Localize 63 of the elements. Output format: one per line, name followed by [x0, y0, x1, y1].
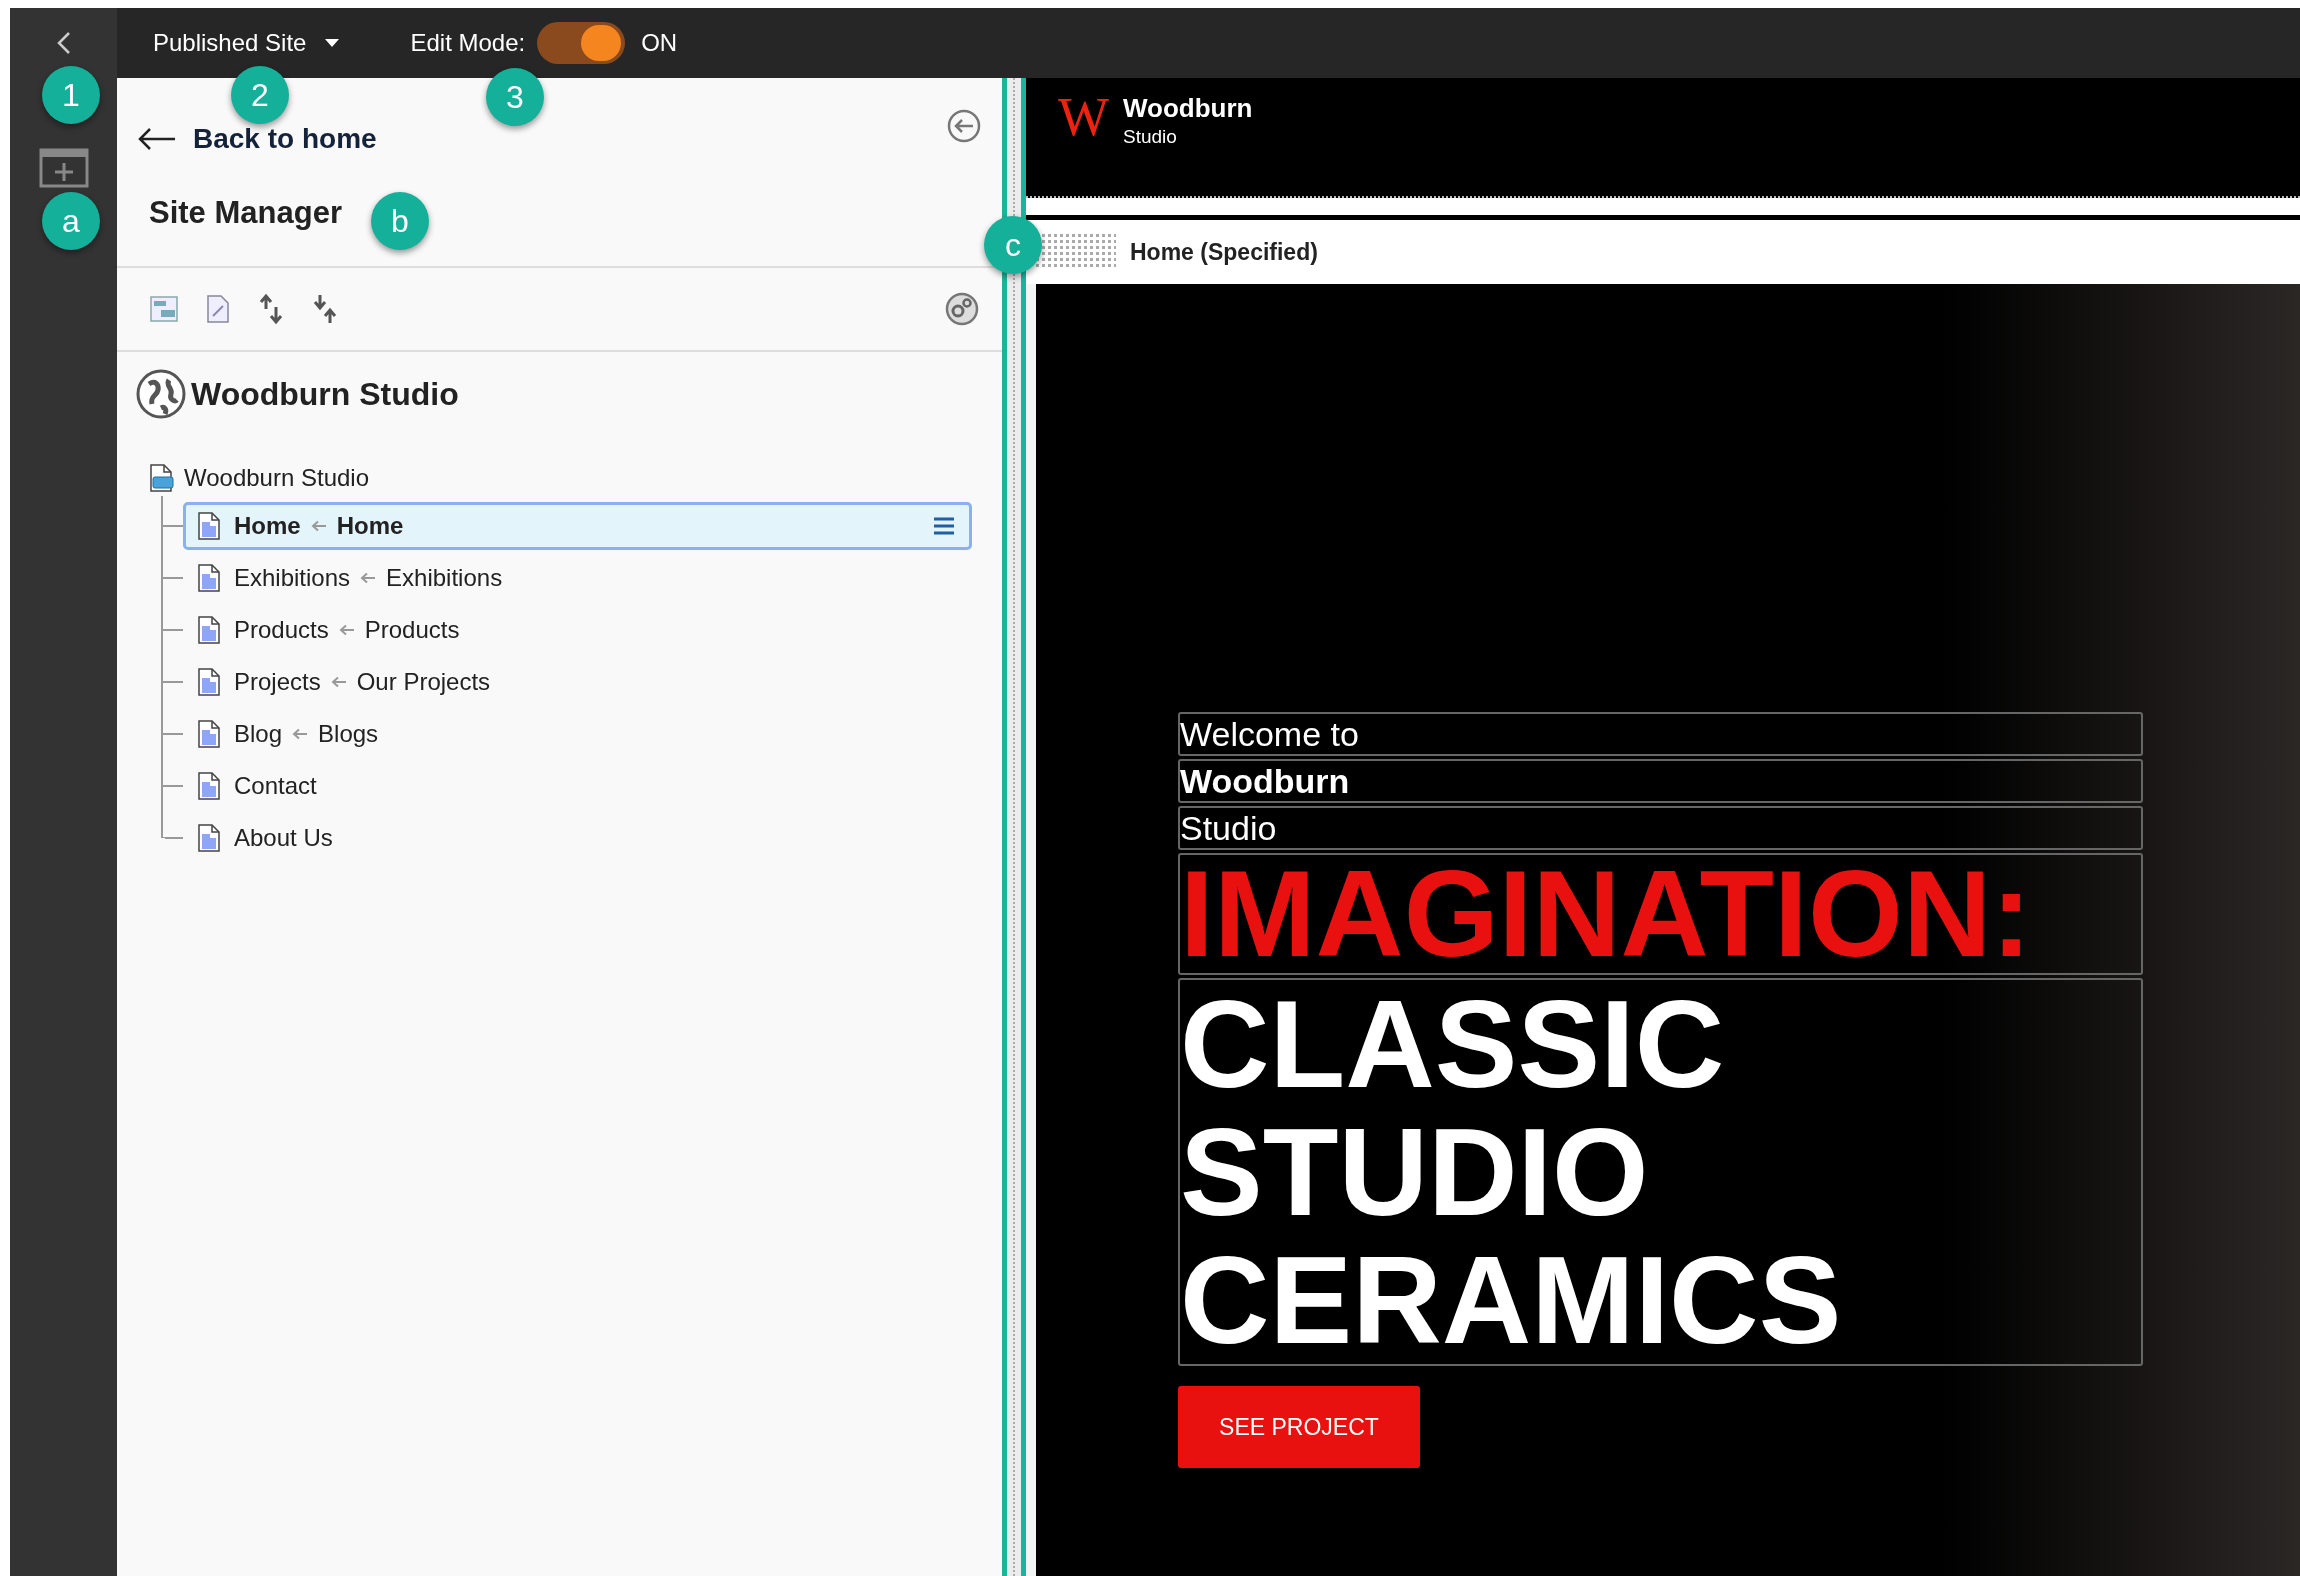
- arrow-left-icon: [338, 624, 355, 636]
- tree-row[interactable]: About Us: [183, 814, 972, 862]
- page-title: Blogs: [318, 719, 379, 749]
- logo-mark: W: [1058, 90, 1109, 144]
- drag-grip-icon[interactable]: [1036, 234, 1116, 270]
- logo-tagline: Studio: [1122, 124, 1178, 149]
- collapse-icon[interactable]: [946, 108, 982, 144]
- page-name: Home: [234, 511, 301, 541]
- tree-row[interactable]: Contact: [183, 762, 972, 810]
- add-panel-icon[interactable]: [38, 148, 89, 188]
- arrow-left-icon: [310, 520, 327, 532]
- page-icon: [196, 823, 222, 853]
- arrow-left-icon: [292, 728, 309, 740]
- menu-icon[interactable]: [933, 516, 955, 536]
- arrow-left-icon: [137, 127, 177, 151]
- tree-row[interactable]: Products Products: [183, 606, 972, 654]
- site-folder-icon: [148, 463, 174, 493]
- splitter-handle[interactable]: [1002, 78, 1026, 1576]
- hero-intro-text: Woodburn: [1178, 759, 2143, 803]
- page-name: Projects: [234, 667, 321, 697]
- tree-row-selected[interactable]: Home Home: [183, 502, 972, 550]
- page-icon: [196, 511, 222, 541]
- new-page-icon[interactable]: [205, 294, 231, 324]
- tree-row[interactable]: Projects Our Projects: [183, 658, 972, 706]
- expand-arrows-icon[interactable]: [257, 293, 285, 325]
- page-name: Exhibitions: [234, 563, 351, 593]
- page-label: Home (Specified): [1130, 237, 1318, 267]
- page-icon: [196, 771, 222, 801]
- page-name: Blog: [234, 719, 283, 749]
- tree-row[interactable]: Blog Blogs: [183, 710, 972, 758]
- page-icon: [196, 615, 222, 645]
- tree-root-label[interactable]: Woodburn Studio: [184, 460, 369, 496]
- globe-icon: [135, 368, 187, 420]
- see-project-button[interactable]: SEE PROJECT: [1178, 1386, 1420, 1468]
- arrow-left-icon: [330, 676, 347, 688]
- arrow-left-icon: [360, 572, 377, 584]
- hero-intro-text: Studio: [1178, 806, 2143, 850]
- settings-icon[interactable]: [944, 291, 980, 327]
- caret-down-icon: [324, 38, 341, 48]
- hero-heading: CLASSIC STUDIO CERAMICS: [1178, 978, 2143, 1366]
- page-title: Products: [364, 615, 460, 645]
- edit-mode-toggle[interactable]: [537, 22, 626, 64]
- hero-intro-text: Welcome to: [1178, 712, 2143, 756]
- page-icon: [196, 719, 222, 749]
- page-name: About Us: [234, 823, 333, 853]
- site-dropdown[interactable]: Published Site: [153, 25, 341, 61]
- collapse-arrows-icon[interactable]: [311, 293, 339, 325]
- page-title: Home: [336, 511, 404, 541]
- page-icon: [196, 667, 222, 697]
- edit-mode-label: Edit Mode:: [410, 28, 526, 58]
- panel-title: Site Manager: [149, 193, 342, 232]
- page-title: Our Projects: [356, 667, 491, 697]
- page-title: Exhibitions: [386, 563, 503, 593]
- chevron-left-icon: [55, 30, 72, 56]
- page-name: Products: [234, 615, 329, 645]
- page-icon: [196, 563, 222, 593]
- tree-row[interactable]: Exhibitions Exhibitions: [183, 554, 972, 602]
- logo-name: Woodburn: [1122, 92, 1253, 125]
- edit-mode-state: ON: [641, 28, 678, 58]
- back-button[interactable]: [10, 8, 117, 78]
- site-name: Woodburn Studio: [191, 375, 459, 414]
- page-name: Contact: [234, 771, 317, 801]
- hero-accent-heading: IMAGINATION:: [1178, 853, 2143, 975]
